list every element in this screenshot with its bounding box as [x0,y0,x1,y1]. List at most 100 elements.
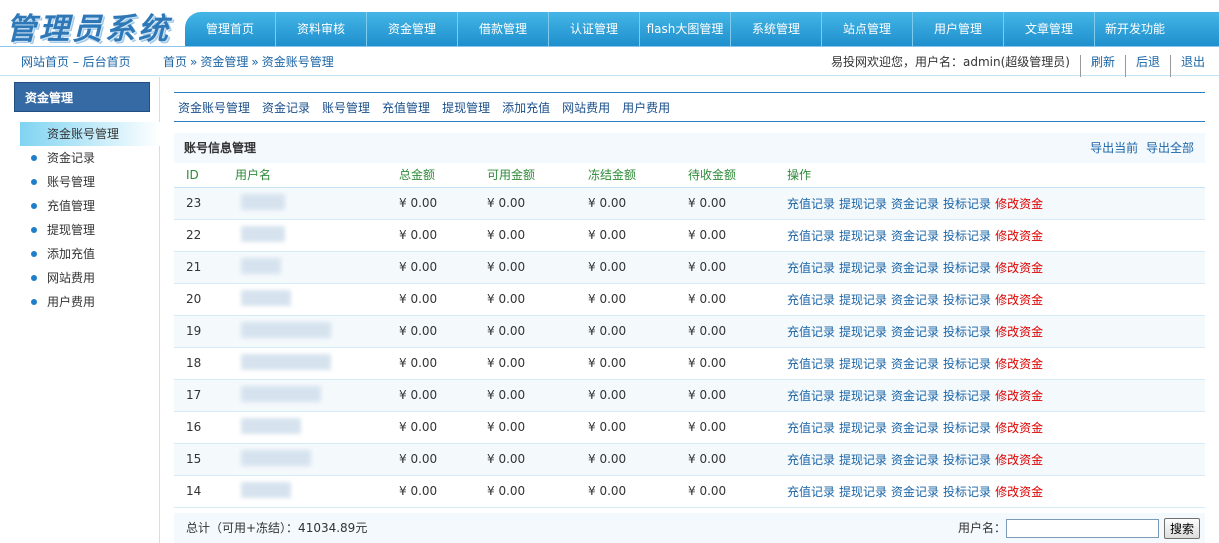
edit-fund-link[interactable]: 修改资金 [995,357,1043,371]
bid-record-link[interactable]: 投标记录 [943,261,991,275]
recharge-record-link[interactable]: 充值记录 [787,229,835,243]
withdraw-record-link[interactable]: 提现记录 [839,421,887,435]
edit-fund-link[interactable]: 修改资金 [995,229,1043,243]
bid-record-link[interactable]: 投标记录 [943,453,991,467]
sidebar-item[interactable]: 网站费用 [20,266,160,290]
recharge-record-link[interactable]: 充值记录 [787,453,835,467]
withdraw-record-link[interactable]: 提现记录 [839,357,887,371]
edit-fund-link[interactable]: 修改资金 [995,261,1043,275]
top-nav-item[interactable]: 资料审核 [276,12,367,46]
fund-record-link[interactable]: 资金记录 [891,229,939,243]
recharge-record-link[interactable]: 充值记录 [787,197,835,211]
breadcrumb-item-home[interactable]: 首页 [163,55,187,69]
bid-record-link[interactable]: 投标记录 [943,421,991,435]
recharge-record-link[interactable]: 充值记录 [787,421,835,435]
sidebar-item[interactable]: 资金记录 [20,146,160,170]
recharge-record-link[interactable]: 充值记录 [787,357,835,371]
bid-record-link[interactable]: 投标记录 [943,229,991,243]
refresh-link[interactable]: 刷新 [1079,55,1125,77]
tab-link[interactable]: 充值管理 [382,99,430,116]
tab-link[interactable]: 网站费用 [562,99,610,116]
bullet-icon [31,227,37,233]
bid-record-link[interactable]: 投标记录 [943,293,991,307]
top-nav-item[interactable]: 借款管理 [458,12,549,46]
cell-id: 19 [174,315,223,348]
withdraw-record-link[interactable]: 提现记录 [839,325,887,339]
top-nav-item[interactable]: flash大图管理 [640,12,731,46]
cell-username [223,219,387,252]
fund-record-link[interactable]: 资金记录 [891,453,939,467]
top-nav-item[interactable]: 认证管理 [549,12,640,46]
fund-record-link[interactable]: 资金记录 [891,325,939,339]
edit-fund-link[interactable]: 修改资金 [995,453,1043,467]
withdraw-record-link[interactable]: 提现记录 [839,261,887,275]
recharge-record-link[interactable]: 充值记录 [787,485,835,499]
bid-record-link[interactable]: 投标记录 [943,389,991,403]
top-nav-item[interactable]: 资金管理 [367,12,458,46]
top-nav-item[interactable]: 新开发功能 [1095,12,1175,46]
site-home-link[interactable]: 网站首页 [21,55,69,69]
tab-link[interactable]: 添加充值 [502,99,550,116]
edit-fund-link[interactable]: 修改资金 [995,293,1043,307]
search-button[interactable]: 搜索 [1164,518,1200,539]
sidebar-item[interactable]: 账号管理 [20,170,160,194]
fund-record-link[interactable]: 资金记录 [891,389,939,403]
top-nav-item[interactable]: 管理首页 [185,12,276,46]
bid-record-link[interactable]: 投标记录 [943,357,991,371]
sidebar-title: 资金管理 [14,82,150,112]
fund-record-link[interactable]: 资金记录 [891,485,939,499]
logout-link[interactable]: 退出 [1169,55,1215,77]
recharge-record-link[interactable]: 充值记录 [787,293,835,307]
fund-record-link[interactable]: 资金记录 [891,261,939,275]
withdraw-record-link[interactable]: 提现记录 [839,293,887,307]
edit-fund-link[interactable]: 修改资金 [995,485,1043,499]
top-nav-item[interactable]: 系统管理 [731,12,822,46]
sidebar-item-label: 添加充值 [47,247,96,261]
redacted-username [241,449,311,466]
bid-record-link[interactable]: 投标记录 [943,485,991,499]
bid-record-link[interactable]: 投标记录 [943,197,991,211]
recharge-record-link[interactable]: 充值记录 [787,389,835,403]
tab-link[interactable]: 资金记录 [262,99,310,116]
edit-fund-link[interactable]: 修改资金 [995,325,1043,339]
back-link[interactable]: 后退 [1124,55,1170,77]
sidebar-item[interactable]: 提现管理 [20,218,160,242]
fund-record-link[interactable]: 资金记录 [891,293,939,307]
export-current-link[interactable]: 导出当前 [1090,141,1138,155]
sidebar-item[interactable]: 用户费用 [20,290,160,314]
bullet-icon [31,299,37,305]
cell-available: ¥ 0.00 [475,347,576,380]
fund-record-link[interactable]: 资金记录 [891,421,939,435]
table-row: 19 ¥ 0.00 ¥ 0.00 ¥ 0.00 ¥ 0.00 充值记录 提现记录 资金记录 投标… [174,315,1205,348]
tab-link[interactable]: 用户费用 [622,99,670,116]
tab-link[interactable]: 提现管理 [442,99,490,116]
cell-actions: 充值记录 提现记录 资金记录 投标记录 修改资金 [775,443,1205,476]
edit-fund-link[interactable]: 修改资金 [995,421,1043,435]
withdraw-record-link[interactable]: 提现记录 [839,197,887,211]
top-nav-item[interactable]: 用户管理 [913,12,1004,46]
fund-record-link[interactable]: 资金记录 [891,357,939,371]
fund-record-link[interactable]: 资金记录 [891,197,939,211]
export-all-link[interactable]: 导出全部 [1146,141,1194,155]
tab-link[interactable]: 资金账号管理 [178,99,250,116]
bid-record-link[interactable]: 投标记录 [943,325,991,339]
top-nav-item[interactable]: 文章管理 [1004,12,1095,46]
withdraw-record-link[interactable]: 提现记录 [839,229,887,243]
username-search-input[interactable] [1006,519,1159,538]
breadcrumb-item-fund[interactable]: 资金管理 [200,55,248,69]
recharge-record-link[interactable]: 充值记录 [787,261,835,275]
edit-fund-link[interactable]: 修改资金 [995,389,1043,403]
withdraw-record-link[interactable]: 提现记录 [839,453,887,467]
withdraw-record-link[interactable]: 提现记录 [839,389,887,403]
sidebar-item[interactable]: 添加充值 [20,242,160,266]
tab-link[interactable]: 账号管理 [322,99,370,116]
cell-total: ¥ 0.00 [387,283,475,316]
recharge-record-link[interactable]: 充值记录 [787,325,835,339]
column-header: 可用金额 [475,163,576,188]
edit-fund-link[interactable]: 修改资金 [995,197,1043,211]
sidebar-item[interactable]: 充值管理 [20,194,160,218]
withdraw-record-link[interactable]: 提现记录 [839,485,887,499]
top-nav-item[interactable]: 站点管理 [822,12,913,46]
sidebar-item[interactable]: 资金账号管理 [20,122,160,146]
admin-home-link[interactable]: 后台首页 [83,55,131,69]
